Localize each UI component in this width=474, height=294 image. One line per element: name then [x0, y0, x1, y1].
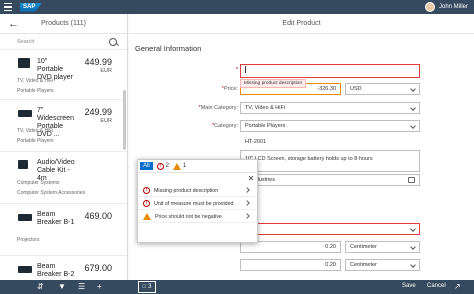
name-input[interactable] — [240, 64, 420, 78]
sap-logo: SAP — [20, 2, 42, 12]
description-textarea[interactable]: 10" LCD Screen, storage battery holds up… — [240, 150, 420, 172]
product-id: HT-2001 — [245, 139, 267, 145]
section-title: General Information — [135, 44, 202, 53]
depth-unit-select[interactable]: Centimeter — [345, 259, 420, 271]
list-item[interactable]: 10" Portable DVD player 449.99 EUR TV, V… — [0, 50, 127, 100]
text-cursor — [245, 66, 246, 74]
save-button[interactable]: Save — [402, 283, 416, 289]
chevron-right-icon — [244, 200, 250, 206]
close-icon[interactable]: ✕ — [245, 174, 257, 184]
value-help-icon[interactable] — [408, 177, 415, 183]
chevron-down-icon — [410, 226, 416, 232]
warning-icon — [173, 162, 182, 170]
chevron-right-icon — [244, 213, 250, 219]
message-item[interactable]: ! Missing product description — [138, 185, 257, 197]
field-error-tooltip: Missing product description — [240, 79, 307, 88]
message-icon: □ — [142, 284, 147, 290]
product-name: Beam Breaker B-1 — [37, 211, 75, 226]
back-arrow-icon[interactable]: ← — [8, 18, 19, 30]
product-thumbnail — [18, 160, 28, 169]
user-name: John Miller — [438, 4, 468, 10]
master-header: ← Products (111) — [0, 14, 127, 34]
search-field[interactable]: Search — [0, 34, 127, 50]
category-label: *Category: — [212, 123, 238, 129]
product-category: Computer Systems — [17, 180, 60, 186]
product-category: TV, Video & HiFi — [17, 128, 54, 134]
filter-all-button[interactable]: All — [140, 162, 153, 170]
message-item[interactable]: ! Unit of measure must be provided — [138, 198, 257, 210]
warning-icon — [143, 213, 151, 220]
error-icon: ! — [143, 187, 150, 194]
list-item[interactable]: Audio/Video Cable Kit - 4m Computer Syst… — [0, 152, 127, 204]
product-subcategory: Projectors — [17, 237, 40, 243]
width-unit-select[interactable]: Centimeter — [345, 241, 420, 253]
error-icon: ! — [156, 162, 164, 170]
chevron-down-icon — [410, 105, 416, 111]
filter-errors-button[interactable]: ! 2 — [156, 162, 169, 170]
popover-header: All ! 2 1 — [138, 160, 257, 173]
supplier-input[interactable]: nt Industries — [240, 174, 420, 186]
list-item[interactable]: Beam Breaker B-1 469.00 Projectors — [0, 204, 127, 256]
product-currency: EUR — [100, 118, 112, 124]
chevron-down-icon — [410, 123, 416, 129]
chevron-right-icon — [244, 187, 250, 193]
product-price: 679.00 — [84, 263, 112, 273]
filter-icon[interactable]: ▼ — [58, 282, 66, 291]
add-icon[interactable]: + — [97, 282, 102, 291]
group-icon[interactable]: ☰ — [78, 282, 85, 291]
main-category-label: *Main Category: — [198, 105, 238, 111]
chevron-down-icon — [410, 244, 416, 250]
product-name: Beam Breaker B-2 — [37, 263, 75, 278]
product-price: 249.99 — [84, 107, 112, 117]
master-title: Products (111) — [41, 20, 86, 27]
shell-bar: SAP John Miller — [0, 0, 474, 14]
product-thumbnail — [18, 110, 32, 117]
cancel-button[interactable]: Cancel — [427, 283, 446, 289]
product-thumbnail — [18, 266, 32, 273]
unit-of-measure-select[interactable] — [240, 223, 420, 235]
share-icon[interactable]: ↗ — [454, 282, 461, 291]
product-category: TV, Video & HiFi — [17, 78, 54, 84]
product-price: 449.99 — [84, 57, 112, 67]
product-thumbnail — [18, 58, 30, 68]
search-icon[interactable] — [109, 37, 117, 46]
product-list: 10" Portable DVD player 449.99 EUR TV, V… — [0, 50, 127, 294]
messages-button[interactable]: □ 3 — [138, 281, 156, 293]
product-currency: EUR — [100, 68, 112, 74]
page-title: Edit Product — [129, 14, 474, 34]
avatar — [424, 2, 435, 12]
product-subcategory: Computer System Accessories — [17, 190, 86, 196]
list-scrollbar[interactable] — [123, 90, 126, 150]
category-select[interactable]: Portable Players — [240, 120, 420, 132]
chevron-down-icon — [410, 86, 416, 92]
footer-toolbar: ⇵ ▼ ☰ + □ 3 Save Cancel ↗ — [0, 280, 474, 294]
name-label: * — [235, 67, 238, 73]
product-subcategory: Portable Players — [17, 88, 54, 94]
main-category-select[interactable]: TV, Video & HiFi — [240, 102, 420, 114]
product-price: 469.00 — [84, 211, 112, 221]
master-list-pane: ← Products (111) Search 10" Portable DVD… — [0, 14, 128, 280]
sort-icon[interactable]: ⇵ — [37, 282, 44, 291]
user-menu[interactable]: John Miller — [424, 2, 468, 12]
product-thumbnail — [18, 214, 32, 221]
currency-select[interactable]: USD — [345, 83, 420, 95]
error-icon: ! — [143, 200, 150, 207]
message-popover: All ! 2 1 ✕ ! Missing product descriptio… — [137, 159, 258, 243]
chevron-down-icon — [410, 262, 416, 268]
product-subcategory: Portable Players — [17, 138, 54, 144]
hamburger-menu-icon[interactable] — [4, 2, 14, 12]
filter-warnings-button[interactable]: 1 — [173, 162, 186, 170]
product-name: 7" Widescreen Portable DVD ... — [37, 107, 74, 138]
price-label: *Price: — [221, 86, 238, 92]
search-input[interactable]: Search — [17, 39, 34, 45]
depth-input[interactable]: 0.20 — [240, 259, 341, 271]
list-item[interactable]: 7" Widescreen Portable DVD ... 249.99 EU… — [0, 100, 127, 152]
message-item[interactable]: Price should not be negative — [138, 211, 257, 223]
edit-form: General Information * *Price: -326.30 US… — [129, 34, 474, 280]
